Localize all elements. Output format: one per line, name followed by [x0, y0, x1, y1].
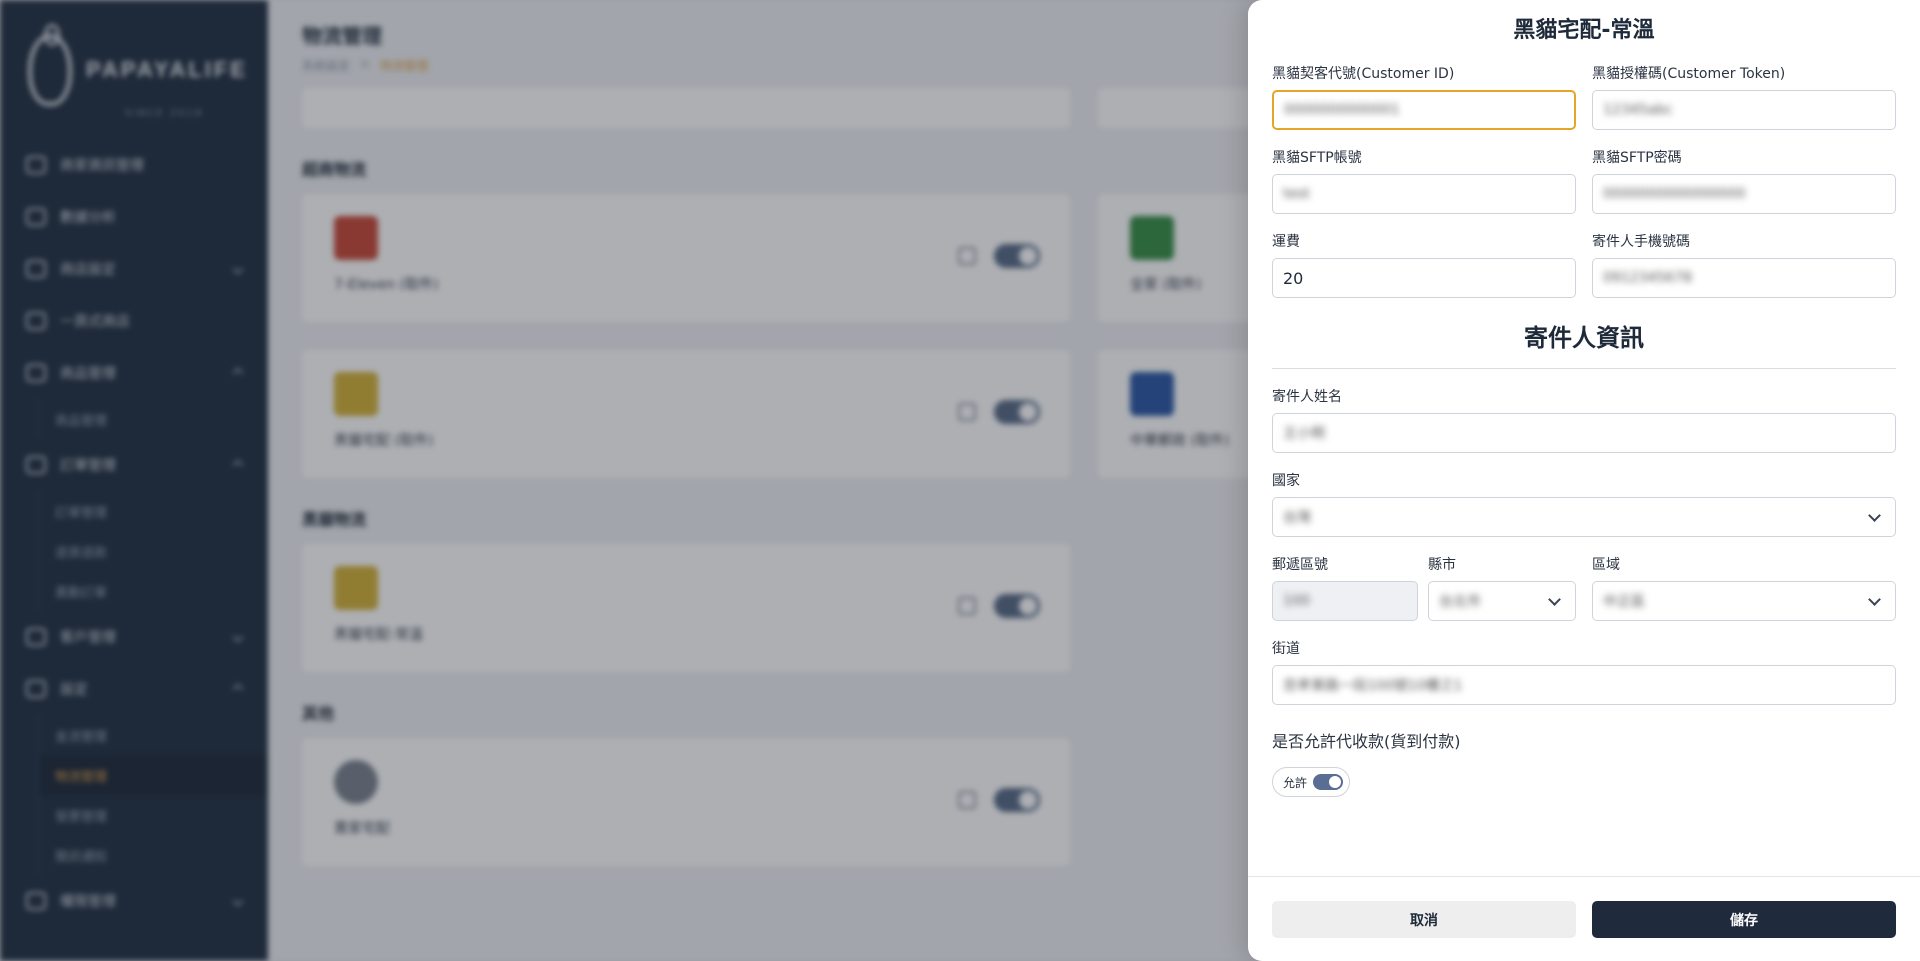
chevron-down-icon: [1868, 592, 1881, 606]
sender-name-value: 王小明: [1283, 426, 1325, 442]
drawer-footer: 取消 儲存: [1248, 876, 1920, 961]
customer-id-value: 0000000000001: [1284, 102, 1400, 118]
country-value: 台灣: [1283, 510, 1311, 526]
zip-input: 100: [1272, 581, 1418, 621]
zip-value: 100: [1283, 593, 1310, 609]
customer-id-label: 黑貓契客代號(Customer ID): [1272, 66, 1455, 82]
district-value: 中正區: [1603, 594, 1645, 610]
drawer-title: 黑貓宅配-常溫: [1513, 18, 1655, 43]
sender-name-label: 寄件人姓名: [1272, 389, 1342, 405]
sender-phone-value: 0912345678: [1603, 270, 1693, 286]
sftp-password-label: 黑貓SFTP密碼: [1592, 150, 1682, 166]
cod-toggle-label: 允許: [1283, 775, 1308, 790]
customer-token-value: 12345abc: [1603, 102, 1673, 118]
street-label: 街道: [1272, 641, 1300, 657]
cancel-button[interactable]: 取消: [1272, 901, 1576, 938]
customer-token-input[interactable]: 12345abc: [1592, 90, 1896, 130]
zip-label: 郵遞區號: [1272, 557, 1328, 573]
sftp-account-input[interactable]: test: [1272, 174, 1576, 214]
settings-form: 黑貓契客代號(Customer ID) 0000000000001 黑貓授權碼(…: [1248, 46, 1920, 797]
city-label: 縣市: [1428, 557, 1456, 573]
sftp-account-value: test: [1283, 186, 1310, 202]
district-select[interactable]: 中正區: [1592, 581, 1896, 621]
street-input[interactable]: 忠孝東路一段100號10樓之1: [1272, 665, 1896, 705]
sender-phone-input[interactable]: 0912345678: [1592, 258, 1896, 298]
district-label: 區域: [1592, 557, 1620, 573]
sender-phone-label: 寄件人手機號碼: [1592, 234, 1690, 250]
sftp-password-input[interactable]: 0000000000000000: [1592, 174, 1896, 214]
chevron-down-icon: [1868, 508, 1881, 522]
shipping-fee-value: 20: [1283, 268, 1304, 288]
city-select[interactable]: 台北市: [1428, 581, 1576, 621]
sftp-account-label: 黑貓SFTP帳號: [1272, 150, 1362, 166]
sender-section-title: 寄件人資訊: [1524, 324, 1644, 352]
cod-label: 是否允許代收款(貨到付款): [1272, 732, 1461, 751]
sender-name-input[interactable]: 王小明: [1272, 413, 1896, 453]
shipping-fee-input[interactable]: 20: [1272, 258, 1576, 298]
country-select[interactable]: 台灣: [1272, 497, 1896, 537]
sftp-password-value: 0000000000000000: [1603, 186, 1746, 202]
customer-token-label: 黑貓授權碼(Customer Token): [1592, 66, 1786, 82]
country-label: 國家: [1272, 473, 1300, 489]
cod-toggle[interactable]: 允許: [1272, 767, 1350, 797]
chevron-down-icon: [1548, 592, 1561, 606]
city-value: 台北市: [1439, 594, 1481, 610]
toggle-switch-icon[interactable]: [1313, 774, 1344, 790]
shipping-fee-label: 運費: [1272, 234, 1300, 250]
street-value: 忠孝東路一段100號10樓之1: [1283, 678, 1463, 694]
customer-id-input[interactable]: 0000000000001: [1272, 90, 1576, 130]
logistics-settings-drawer: 黑貓宅配-常溫 黑貓契客代號(Customer ID) 000000000000…: [1248, 0, 1920, 961]
save-button[interactable]: 儲存: [1592, 901, 1896, 938]
